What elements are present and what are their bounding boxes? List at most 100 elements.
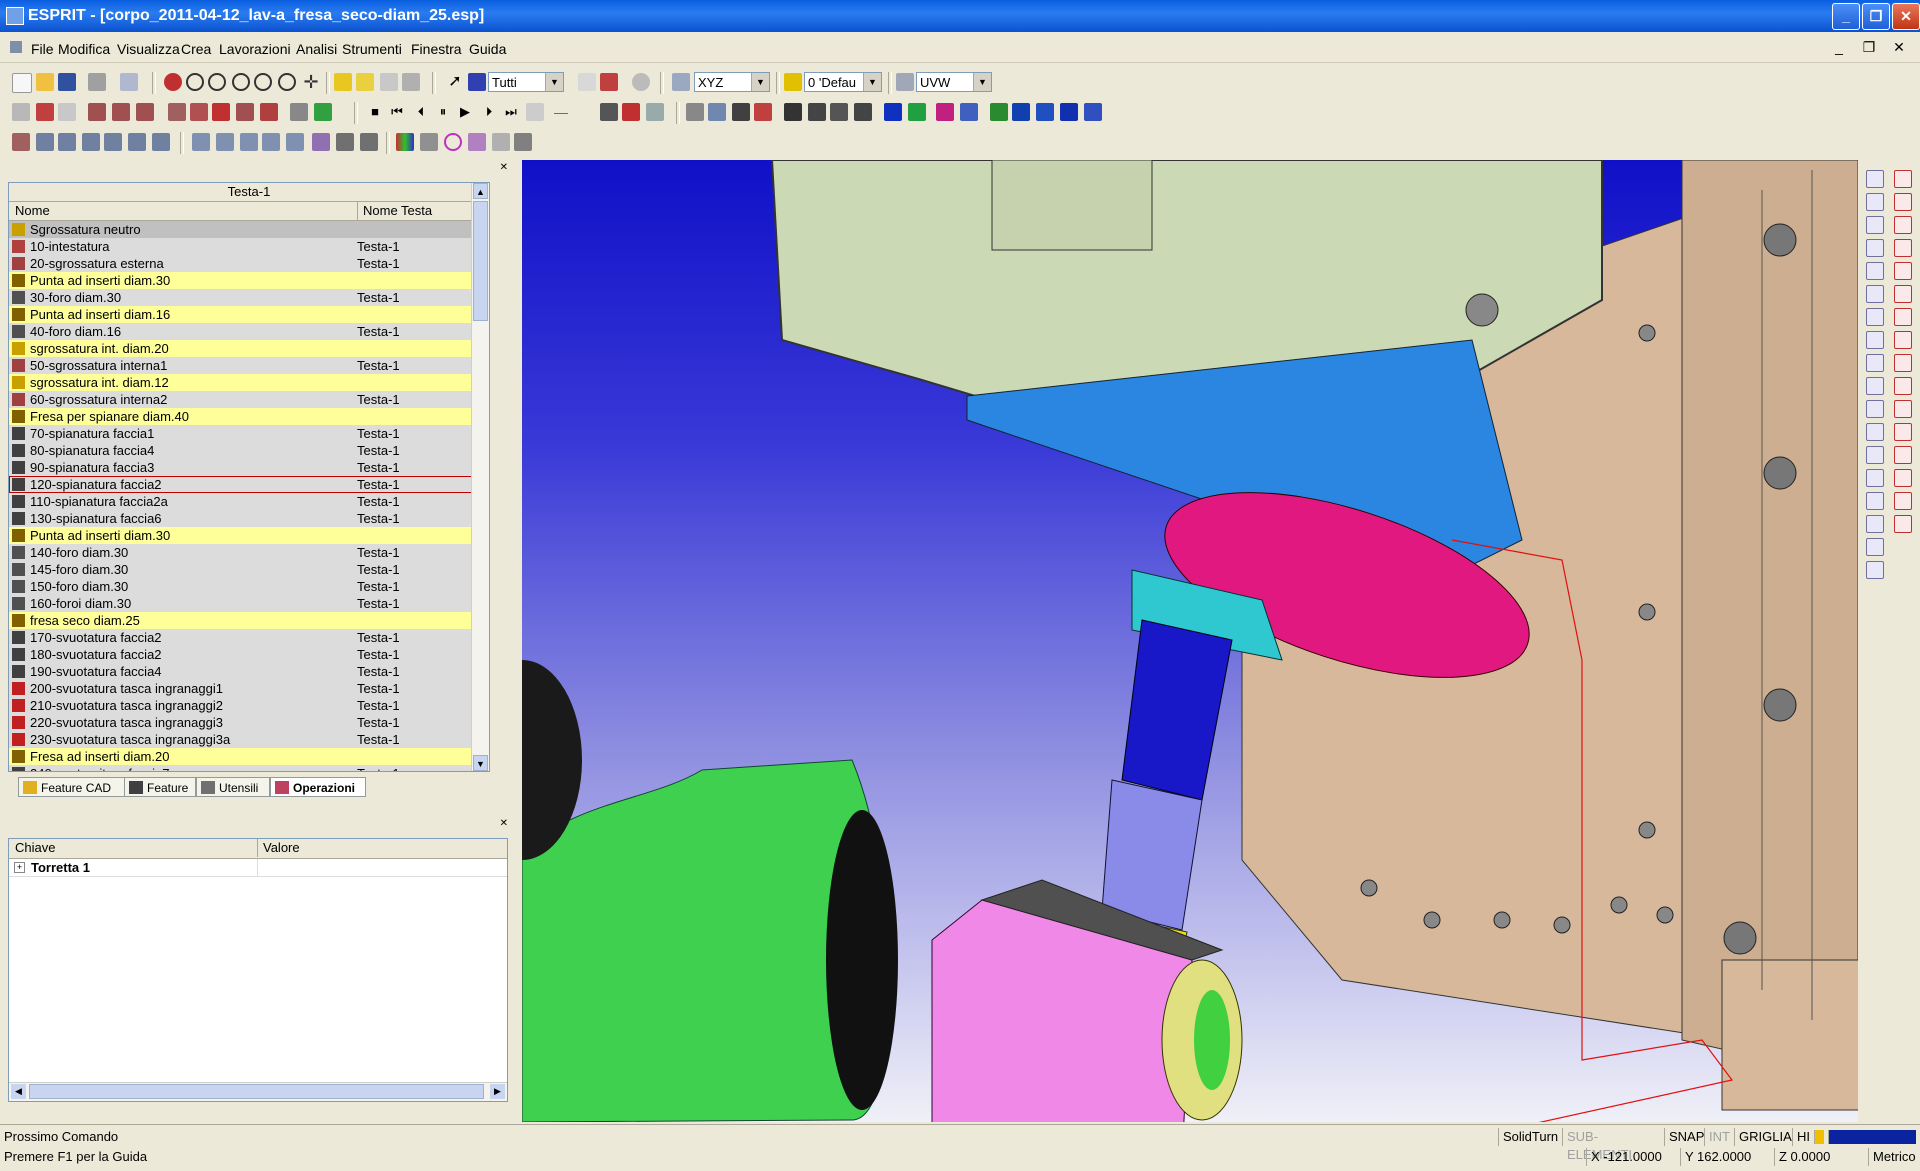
line-icon[interactable] — [36, 133, 54, 151]
menu-lavorazioni[interactable]: Lavorazioni — [219, 41, 291, 57]
hidden-line-icon[interactable] — [356, 73, 374, 91]
polygon-icon[interactable] — [1894, 377, 1912, 395]
note-icon[interactable] — [1894, 492, 1912, 510]
stock-icon[interactable] — [58, 103, 76, 121]
pocketing-icon[interactable] — [212, 103, 230, 121]
measure-icon[interactable] — [686, 103, 704, 121]
tab-feature-cad[interactable]: Feature CAD — [18, 777, 126, 797]
project-icon[interactable] — [1866, 331, 1884, 349]
chevron-down-icon[interactable]: ▼ — [751, 73, 769, 91]
spindle-icon[interactable] — [854, 103, 872, 121]
solid-cut-icon[interactable] — [1866, 561, 1884, 579]
scroll-up-icon[interactable]: ▲ — [473, 183, 488, 199]
menu-analisi[interactable]: Analisi — [296, 41, 337, 57]
offset-icon[interactable] — [312, 133, 330, 151]
operation-row[interactable]: 20-sgrossatura esterna Testa-1 — [9, 255, 489, 272]
toggle-griglia[interactable]: GRIGLIA — [1734, 1128, 1792, 1146]
arc-fillet-icon[interactable] — [1894, 331, 1912, 349]
body-icon[interactable] — [960, 103, 978, 121]
feature-icon[interactable] — [908, 103, 926, 121]
mdi-close-button[interactable]: ✕ — [1890, 39, 1908, 55]
zoom-out-icon[interactable] — [232, 73, 250, 91]
turret-icon[interactable] — [808, 103, 826, 121]
minimize-button[interactable]: _ — [1832, 3, 1860, 30]
menu-modifica[interactable]: Modifica — [58, 41, 110, 57]
polyline-icon[interactable] — [128, 133, 146, 151]
stop-icon[interactable] — [632, 73, 650, 91]
circle-tan-icon[interactable] — [1894, 308, 1912, 326]
bezier-icon[interactable] — [1866, 285, 1884, 303]
bend-icon[interactable] — [1866, 538, 1884, 556]
sim-step-forward-icon[interactable]: ⏵ — [480, 103, 498, 121]
mdi-minimize-button[interactable]: _ — [1830, 39, 1848, 55]
graphics-viewport[interactable] — [522, 160, 1858, 1122]
operation-row[interactable]: 190-svuotatura faccia4 Testa-1 — [9, 663, 489, 680]
offset-curve-icon[interactable] — [1866, 308, 1884, 326]
boolean-icon[interactable] — [1060, 103, 1078, 121]
column-valore[interactable]: Valore — [257, 839, 300, 857]
helix-icon[interactable] — [1866, 377, 1884, 395]
menu-finestra[interactable]: Finestra — [411, 41, 462, 57]
menu-visualizza[interactable]: Visualizza — [117, 41, 180, 57]
group-icon[interactable] — [1866, 492, 1884, 510]
surface-curve-icon[interactable] — [1866, 400, 1884, 418]
undo-icon[interactable] — [578, 73, 596, 91]
filter-combo[interactable]: Tutti ▼ — [488, 72, 564, 92]
tool-group-row[interactable]: sgrossatura int. diam.12 — [9, 374, 489, 391]
esprit-app-icon[interactable] — [6, 7, 24, 25]
transform-icon[interactable] — [286, 133, 304, 151]
operation-row[interactable]: 150-foro diam.30 Testa-1 — [9, 578, 489, 595]
spline-icon[interactable] — [104, 133, 122, 151]
arc-tangent-icon[interactable] — [1866, 239, 1884, 257]
expand-plus-icon[interactable]: + — [14, 862, 25, 873]
point-icon[interactable] — [12, 133, 30, 151]
zoom-in-icon[interactable] — [186, 73, 204, 91]
revolve-icon[interactable] — [1036, 103, 1054, 121]
menu-file[interactable]: File — [31, 41, 54, 57]
rotate-view-icon[interactable] — [278, 73, 296, 91]
document-icon[interactable] — [10, 41, 22, 53]
circle-3pt-icon[interactable] — [1894, 285, 1912, 303]
tool-group-row[interactable]: fresa seco diam.25 — [9, 612, 489, 629]
property-value[interactable] — [257, 859, 258, 876]
spline-icon[interactable] — [1866, 262, 1884, 280]
outline-view-icon[interactable] — [402, 73, 420, 91]
simulation-setup-icon[interactable] — [290, 103, 308, 121]
tab-operazioni[interactable]: Operazioni — [270, 777, 366, 797]
wrap-icon[interactable] — [1866, 423, 1884, 441]
operation-row[interactable]: 50-sgrossatura interna1 Testa-1 — [9, 357, 489, 374]
menu-strumenti[interactable]: Strumenti — [342, 41, 402, 57]
break-icon[interactable] — [240, 133, 258, 151]
line-angle-icon[interactable] — [1894, 216, 1912, 234]
selection-arrow-icon[interactable]: ➚ — [446, 73, 464, 91]
close-icon[interactable]: ✕ — [500, 162, 508, 173]
grooving-icon[interactable] — [136, 103, 154, 121]
zoom-fit-icon[interactable] — [254, 73, 272, 91]
layer-combo[interactable]: 0 'Defau ▼ — [804, 72, 882, 92]
property-row[interactable]: + Torretta 1 — [9, 859, 507, 877]
arc-center-icon[interactable] — [1866, 170, 1884, 188]
line-2pt-icon[interactable] — [1894, 193, 1912, 211]
operation-row[interactable]: 80-spianatura faccia4 Testa-1 — [9, 442, 489, 459]
sim-step-back-icon[interactable]: ⏴ — [412, 103, 430, 121]
horizontal-scrollbar[interactable]: ◀ ▶ — [9, 1082, 507, 1101]
operation-row[interactable]: 210-svuotatura tasca ingranaggi2 Testa-1 — [9, 697, 489, 714]
fixture-icon[interactable] — [830, 103, 848, 121]
sim-rewind-icon[interactable]: ⏮ — [388, 103, 406, 121]
toggle-snap[interactable]: SNAP — [1664, 1128, 1704, 1146]
layer-icon[interactable] — [784, 73, 802, 91]
stock-display-icon[interactable] — [646, 103, 664, 121]
tool-group-row[interactable]: Fresa per spianare diam.40 — [9, 408, 489, 425]
scroll-right-icon[interactable]: ▶ — [490, 1084, 505, 1099]
vertical-scrollbar[interactable]: ▲ ▼ — [471, 183, 489, 771]
sim-pause-icon[interactable]: ⏸ — [434, 103, 452, 121]
facing-icon[interactable] — [36, 103, 54, 121]
tool-group-row[interactable]: Sgrossatura neutro — [9, 221, 489, 238]
dimension-icon[interactable] — [420, 133, 438, 151]
snap-grid-icon[interactable] — [492, 133, 510, 151]
plane-combo[interactable]: XYZ ▼ — [694, 72, 770, 92]
simulation-icon[interactable] — [314, 103, 332, 121]
operation-row[interactable]: 145-foro diam.30 Testa-1 — [9, 561, 489, 578]
redo-icon[interactable] — [600, 73, 618, 91]
close-icon[interactable]: ✕ — [500, 818, 508, 829]
